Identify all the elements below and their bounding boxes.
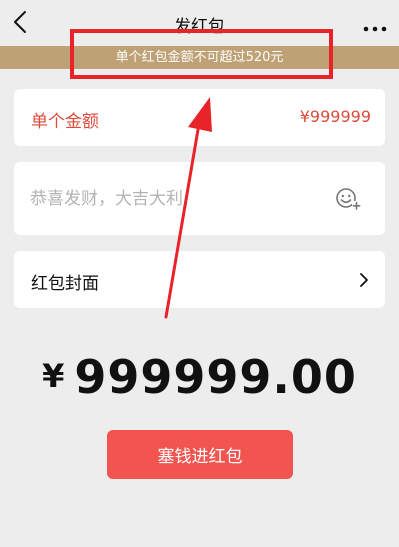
greeting-input[interactable] <box>30 186 320 212</box>
total-currency-symbol: ¥ <box>42 357 65 395</box>
more-button[interactable] <box>363 18 387 32</box>
emoji-add-icon <box>336 188 361 210</box>
submit-red-packet-button[interactable]: 塞钱进红包 <box>107 430 293 479</box>
annotation-highlight-box <box>70 29 333 79</box>
cover-row[interactable]: 红包封面 <box>14 251 385 308</box>
amount-label: 单个金额 <box>31 112 99 132</box>
total-amount: ¥999999.00 <box>0 350 399 404</box>
chevron-right-icon <box>360 273 368 287</box>
amount-value[interactable]: ¥999999 <box>300 107 371 126</box>
greeting-row <box>14 162 385 235</box>
more-dots-icon <box>363 26 387 32</box>
cover-label: 红包封面 <box>31 274 99 294</box>
total-amount-value: 999999.00 <box>74 350 357 404</box>
amount-row[interactable]: 单个金额 ¥999999 <box>14 89 385 146</box>
emoji-button[interactable] <box>335 187 361 211</box>
